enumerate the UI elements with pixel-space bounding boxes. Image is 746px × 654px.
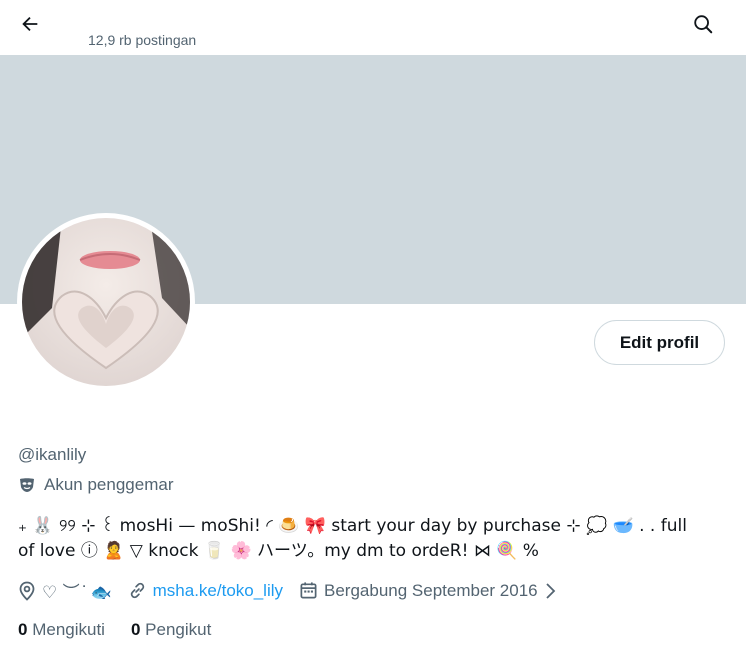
fan-mask-icon [20, 478, 34, 492]
location-text: ♡ ︶ ͘ 🐟 [42, 583, 112, 603]
avatar-image [22, 218, 190, 386]
profile-handle: @ikanlily [18, 445, 87, 464]
location: ♡ ︶ ͘ 🐟 [18, 578, 112, 603]
join-date-text: Bergabung September 2016 [324, 580, 538, 600]
search-button[interactable] [686, 7, 720, 41]
bio-line-1: ₊ 🐰 ୨୨ ⊹ ꒰ mosHi — moShi! ◜ 🍮 🎀 start yo… [18, 516, 687, 536]
follow-stats: 0 Mengikuti 0 Pengikut [18, 620, 211, 640]
following-label: Mengikuti [32, 620, 105, 639]
profile-meta: ♡ ︶ ͘ 🐟 msha.ke/toko_lily Bergabung Sept… [18, 578, 730, 603]
followers-count: 0 [130, 620, 141, 639]
following-link[interactable]: 0 Mengikuti [18, 620, 105, 640]
link-icon [130, 582, 144, 599]
bio-line-2: of love ⓘ 🙎 ▽ knock 🥛 🌸 ハーツ。my dm to ord… [18, 541, 539, 561]
following-count: 0 [18, 620, 28, 639]
edit-profile-button[interactable]: Edit profil [594, 320, 725, 365]
calendar-icon [300, 582, 317, 599]
followers-label: Pengikut [145, 620, 212, 639]
fan-account-label: Akun penggemar [18, 475, 173, 495]
back-button[interactable] [14, 8, 46, 40]
followers-link[interactable]: 0 Pengikut [131, 620, 211, 640]
join-date[interactable]: Bergabung September 2016 [299, 581, 556, 601]
chevron-right-icon [545, 582, 555, 599]
fan-account-text: Akun penggemar [44, 475, 174, 494]
profile-bio: ₊ 🐰 ୨୨ ⊹ ꒰ mosHi — moShi! ◜ 🍮 🎀 start yo… [18, 514, 730, 564]
website-link[interactable]: msha.ke/toko_lily [153, 581, 283, 601]
search-icon [694, 15, 713, 34]
back-arrow-icon [22, 16, 38, 32]
avatar[interactable] [17, 213, 195, 391]
top-bar: 12,9 rb postingan [0, 0, 746, 54]
website: msha.ke/toko_lily [128, 581, 283, 601]
post-count: 12,9 rb postingan [88, 32, 197, 48]
location-pin-icon [19, 581, 35, 601]
